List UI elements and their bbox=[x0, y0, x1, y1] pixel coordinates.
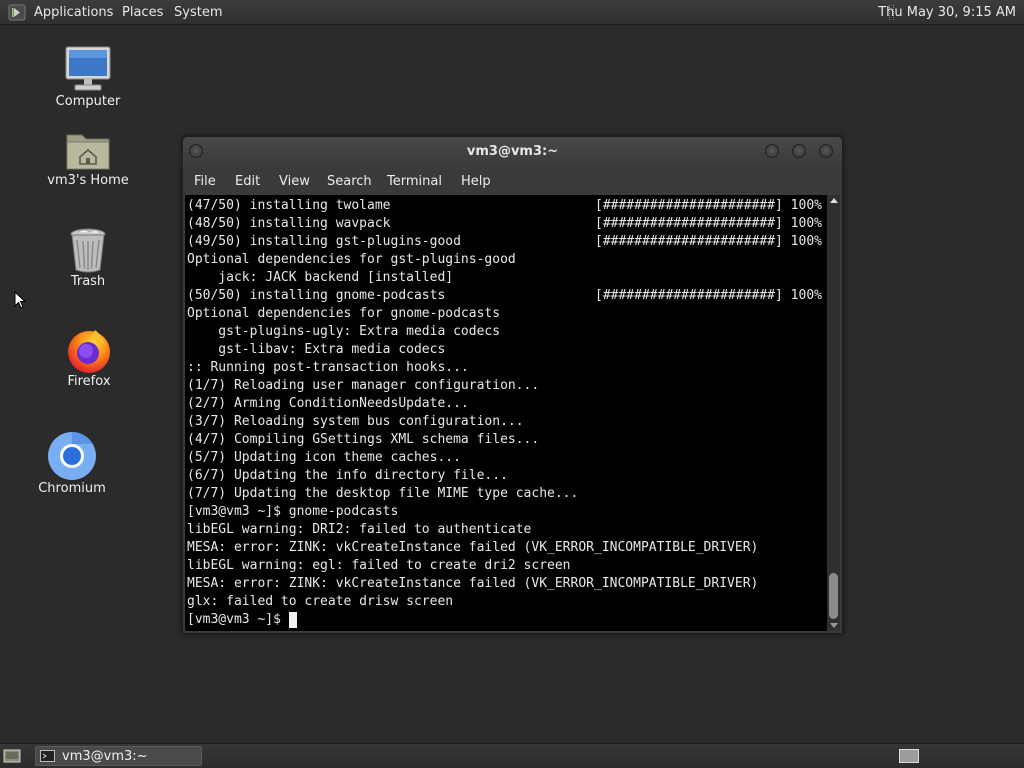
terminal-window[interactable]: vm3@vm3:~ File Edit View Search Terminal… bbox=[182, 136, 843, 634]
top-panel: Applications Places System Thu May 30, 9… bbox=[0, 0, 1024, 25]
places-menu[interactable]: Places bbox=[122, 0, 163, 25]
desktop-icon-label: vm3's Home bbox=[47, 173, 129, 188]
terminal-line: MESA: error: ZINK: vkCreateInstance fail… bbox=[187, 540, 759, 555]
terminal-line: gst-plugins-ugly: Extra media codecs bbox=[187, 324, 501, 339]
terminal-output[interactable]: (47/50) installing twolame [#############… bbox=[185, 195, 827, 631]
chromium-icon bbox=[48, 432, 96, 480]
close-button[interactable] bbox=[819, 144, 833, 158]
desktop-icon-firefox[interactable]: Firefox bbox=[55, 326, 123, 389]
progress-indicator: [######################] 100% bbox=[595, 198, 822, 213]
terminal-line: MESA: error: ZINK: vkCreateInstance fail… bbox=[187, 576, 759, 591]
scrollbar-thumb[interactable] bbox=[829, 573, 838, 619]
terminal-line: [vm3@vm3 ~]$ gnome-podcasts bbox=[187, 504, 399, 519]
terminal-line: (7/7) Updating the desktop file MIME typ… bbox=[187, 486, 579, 501]
computer-icon bbox=[65, 46, 111, 91]
terminal-line: Optional dependencies for gnome-podcasts bbox=[187, 306, 501, 321]
terminal-line: (50/50) installing gnome-podcasts bbox=[187, 288, 446, 303]
desktop-icon-home[interactable]: vm3's Home bbox=[43, 127, 133, 188]
terminal-icon bbox=[40, 750, 55, 762]
terminal-line: jack: JACK backend [installed] bbox=[187, 270, 454, 285]
firefox-icon bbox=[68, 330, 110, 373]
scroll-up-arrow-icon[interactable] bbox=[830, 198, 838, 203]
desktop-icon-chromium[interactable]: Chromium bbox=[38, 431, 106, 496]
show-desktop-icon[interactable] bbox=[3, 749, 21, 763]
terminal-line: :: Running post-transaction hooks... bbox=[187, 360, 469, 375]
maximize-button[interactable] bbox=[792, 144, 806, 158]
terminal-line: libEGL warning: DRI2: failed to authenti… bbox=[187, 522, 532, 537]
terminal-line: gst-libav: Extra media codecs bbox=[187, 342, 446, 357]
clock[interactable]: Thu May 30, 9:15 AM bbox=[878, 0, 1016, 25]
taskbar-button-terminal[interactable]: vm3@vm3:~ bbox=[35, 746, 202, 766]
terminal-line: Optional dependencies for gst-plugins-go… bbox=[187, 252, 516, 267]
desktop-icon-label: Firefox bbox=[67, 374, 111, 389]
progress-indicator: [######################] 100% bbox=[595, 216, 822, 231]
terminal-line: (3/7) Reloading system bus configuration… bbox=[187, 414, 524, 429]
scroll-down-arrow-icon[interactable] bbox=[830, 623, 838, 628]
terminal-line: libEGL warning: egl: failed to create dr… bbox=[187, 558, 571, 573]
menu-file[interactable]: File bbox=[194, 167, 216, 197]
terminal-line: glx: failed to create drisw screen bbox=[187, 594, 454, 609]
progress-indicator: [######################] 100% bbox=[595, 234, 822, 249]
terminal-line: (2/7) Arming ConditionNeedsUpdate... bbox=[187, 396, 469, 411]
desktop-icon-label: Trash bbox=[70, 274, 106, 289]
terminal-cursor bbox=[288, 612, 297, 628]
workspace-switcher[interactable] bbox=[899, 749, 919, 763]
home-folder-icon bbox=[66, 134, 110, 170]
desktop-icon-label: Computer bbox=[55, 94, 121, 109]
menu-terminal[interactable]: Terminal bbox=[387, 167, 442, 197]
menu-logo-icon[interactable] bbox=[8, 4, 26, 21]
terminal-line: (47/50) installing twolame bbox=[187, 198, 391, 213]
terminal-line: (1/7) Reloading user manager configurati… bbox=[187, 378, 540, 393]
bottom-panel: vm3@vm3:~ bbox=[0, 743, 1024, 768]
menu-help[interactable]: Help bbox=[461, 167, 491, 197]
desktop-icon-computer[interactable]: Computer bbox=[48, 44, 128, 109]
terminal-line: (5/7) Updating icon theme caches... bbox=[187, 450, 461, 465]
progress-indicator: [######################] 100% bbox=[595, 288, 822, 303]
system-menu[interactable]: System bbox=[174, 0, 222, 25]
menu-search[interactable]: Search bbox=[327, 167, 372, 197]
window-titlebar[interactable]: vm3@vm3:~ bbox=[183, 137, 842, 167]
applications-menu[interactable]: Applications bbox=[34, 0, 113, 25]
terminal-menubar: File Edit View Search Terminal Help bbox=[183, 167, 842, 195]
minimize-button[interactable] bbox=[765, 144, 779, 158]
trash-icon bbox=[70, 228, 106, 273]
taskbar-button-label: vm3@vm3:~ bbox=[62, 749, 148, 764]
menu-view[interactable]: View bbox=[279, 167, 310, 197]
desktop-icon-trash[interactable]: Trash bbox=[54, 226, 122, 289]
mouse-pointer-icon bbox=[14, 291, 26, 309]
terminal-line: [vm3@vm3 ~]$ bbox=[187, 612, 289, 627]
menu-edit[interactable]: Edit bbox=[235, 167, 260, 197]
terminal-line: (49/50) installing gst-plugins-good bbox=[187, 234, 461, 249]
scrollbar[interactable] bbox=[827, 195, 840, 631]
terminal-line: (4/7) Compiling GSettings XML schema fil… bbox=[187, 432, 540, 447]
terminal-line: (6/7) Updating the info directory file..… bbox=[187, 468, 508, 483]
terminal-line: (48/50) installing wavpack bbox=[187, 216, 391, 231]
window-title: vm3@vm3:~ bbox=[466, 144, 559, 159]
desktop-icon-label: Chromium bbox=[38, 481, 106, 496]
